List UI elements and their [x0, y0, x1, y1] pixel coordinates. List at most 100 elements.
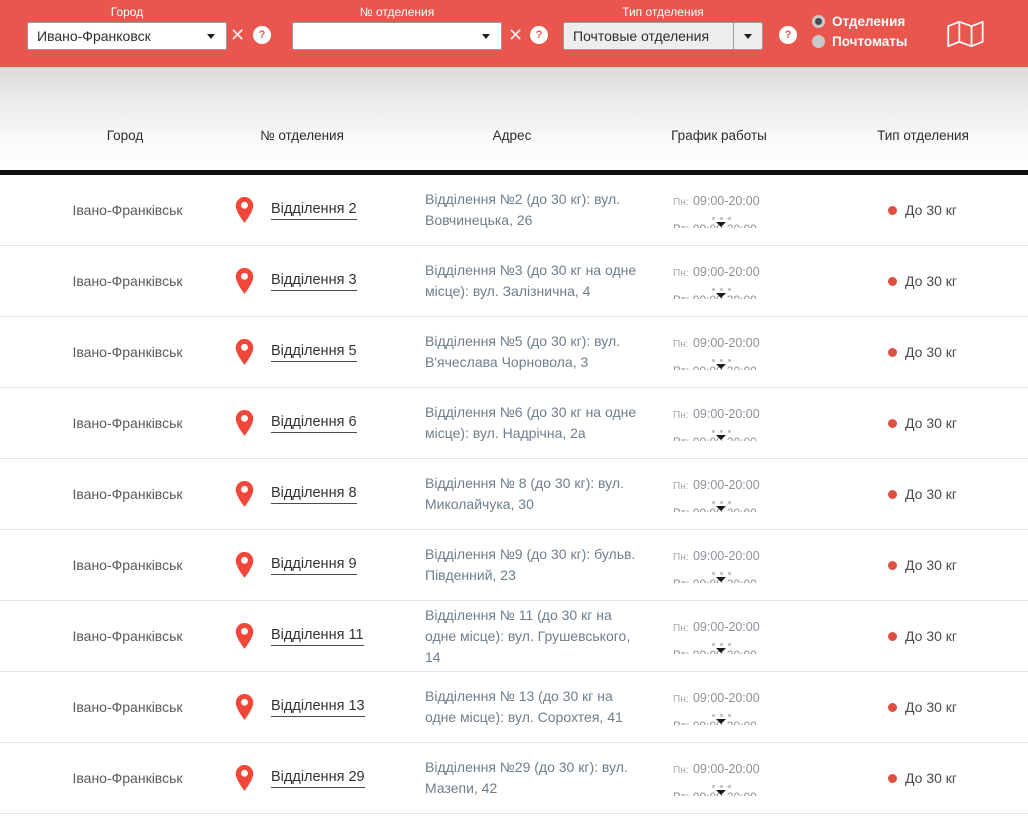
expand-schedule-control[interactable]: Вт: 09:00-20:00 [673, 785, 769, 796]
office-cell: Відділення 29 [205, 764, 390, 792]
clipped-schedule-line: Вт: 09:00-20:00 [673, 222, 769, 228]
office-type-label: До 30 кг [905, 628, 958, 644]
chevron-down-icon [716, 506, 726, 511]
result-mode-radios: Отделения Почтоматы [812, 12, 907, 51]
map-icon [947, 20, 984, 48]
table-row: Івано-Франківськ Відділення 13 Відділенн… [0, 672, 1028, 743]
schedule-line: Пн: 09:00-20:00 [673, 192, 769, 210]
office-number-select[interactable] [292, 22, 502, 50]
schedule-cell: Пн: 09:00-20:00 Вт: 09:00-20:00 [658, 760, 853, 796]
ellipsis-icon [673, 430, 769, 433]
address-cell: Відділення №5 (до 30 кг): вул. В'ячеслав… [425, 333, 621, 370]
chevron-down-icon [716, 719, 726, 724]
map-pin-icon[interactable] [235, 622, 254, 650]
address-cell: Відділення №6 (до 30 кг на одне місце): … [425, 404, 637, 441]
office-link[interactable]: Відділення 29 [271, 769, 365, 788]
column-header-office-number: № отделения [260, 128, 344, 143]
expand-schedule-control[interactable]: Вт: 09:00-20:00 [673, 288, 769, 299]
map-pin-icon[interactable] [235, 267, 254, 295]
schedule-hidden-line: Вт: 09:00-20:00 [673, 648, 757, 654]
office-link[interactable]: Відділення 2 [271, 201, 357, 220]
office-number-clear-button[interactable]: ✕ [508, 24, 523, 46]
type-status-dot-icon [888, 560, 897, 570]
type-status-dot-icon [888, 702, 897, 712]
ellipsis-icon [673, 643, 769, 646]
map-pin-icon[interactable] [235, 338, 254, 366]
schedule-day-label: Пн: [673, 552, 689, 563]
office-link[interactable]: Відділення 9 [271, 556, 357, 575]
ellipsis-icon [673, 572, 769, 575]
radio-offices[interactable]: Отделения [812, 14, 907, 29]
column-header-office-type: Тип отделения [877, 128, 969, 143]
city-filter-label: Город [110, 5, 144, 19]
schedule-line: Пн: 09:00-20:00 [673, 618, 769, 636]
expand-schedule-control[interactable]: Вт: 09:00-20:00 [673, 572, 769, 583]
office-link[interactable]: Відділення 3 [271, 272, 357, 291]
chevron-down-icon [744, 33, 752, 39]
office-type-select[interactable]: Почтовые отделения [563, 22, 763, 50]
address-cell: Відділення №9 (до 30 кг): бульв. Південн… [425, 546, 636, 583]
office-table-body: Івано-Франківськ Відділення 2 Відділення… [0, 175, 1028, 814]
map-pin-icon[interactable] [235, 480, 254, 508]
expand-schedule-control[interactable]: Вт: 09:00-20:00 [673, 714, 769, 725]
schedule-time: 09:00-20:00 [692, 265, 760, 279]
chevron-down-icon [716, 222, 726, 227]
ellipsis-icon [673, 288, 769, 291]
chevron-down-icon [482, 34, 490, 39]
office-type-cell: До 30 кг [853, 273, 1028, 289]
schedule-cell: Пн: 09:00-20:00 Вт: 09:00-20:00 [658, 689, 853, 725]
office-cell: Відділення 6 [205, 409, 390, 437]
city-cell: Івано-Франківськ [72, 699, 183, 715]
office-type-label: До 30 кг [905, 344, 958, 360]
clipped-schedule-line: Вт: 09:00-20:00 [673, 435, 769, 441]
map-pin-icon[interactable] [235, 196, 254, 224]
chevron-down-icon [716, 293, 726, 298]
office-number-help-icon[interactable]: ? [530, 26, 548, 44]
city-help-icon[interactable]: ? [253, 26, 271, 44]
table-row: Івано-Франківськ Відділення 11 Відділенн… [0, 601, 1028, 672]
expand-schedule-control[interactable]: Вт: 09:00-20:00 [673, 359, 769, 370]
office-link[interactable]: Відділення 8 [271, 485, 357, 504]
radio-postomats[interactable]: Почтоматы [812, 34, 907, 49]
map-pin-icon[interactable] [235, 409, 254, 437]
office-link[interactable]: Відділення 13 [271, 698, 365, 717]
map-pin-icon[interactable] [235, 551, 254, 579]
type-status-dot-icon [888, 418, 897, 428]
city-cell: Івано-Франківськ [72, 628, 183, 644]
office-link[interactable]: Відділення 5 [271, 343, 357, 362]
column-header-schedule: График работы [671, 128, 767, 143]
clipped-schedule-line: Вт: 09:00-20:00 [673, 648, 769, 654]
city-select-value: Ивано-Франковск [37, 28, 151, 44]
schedule-cell: Пн: 09:00-20:00 Вт: 09:00-20:00 [658, 618, 853, 654]
expand-schedule-control[interactable]: Вт: 09:00-20:00 [673, 501, 769, 512]
office-type-help-icon[interactable]: ? [779, 26, 797, 44]
clipped-schedule-line: Вт: 09:00-20:00 [673, 506, 769, 512]
office-link[interactable]: Відділення 6 [271, 414, 357, 433]
schedule-line: Пн: 09:00-20:00 [673, 547, 769, 565]
office-type-filter-label: Тип отделения [622, 5, 704, 19]
office-type-cell: До 30 кг [853, 770, 1028, 786]
schedule-time: 09:00-20:00 [692, 336, 760, 350]
office-link[interactable]: Відділення 11 [271, 627, 364, 646]
map-pin-icon[interactable] [235, 693, 254, 721]
ellipsis-icon [673, 785, 769, 788]
map-pin-icon[interactable] [235, 764, 254, 792]
schedule-day-label: Пн: [673, 765, 689, 776]
expand-schedule-control[interactable]: Вт: 09:00-20:00 [673, 217, 769, 228]
expand-schedule-control[interactable]: Вт: 09:00-20:00 [673, 643, 769, 654]
city-select[interactable]: Ивано-Франковск [27, 22, 227, 50]
office-type-select-arrow-button[interactable] [733, 23, 762, 49]
office-cell: Відділення 5 [205, 338, 390, 366]
office-type-label: До 30 кг [905, 557, 958, 573]
schedule-hidden-line: Вт: 09:00-20:00 [673, 506, 757, 512]
office-cell: Відділення 3 [205, 267, 390, 295]
city-clear-button[interactable]: ✕ [230, 24, 245, 46]
expand-schedule-control[interactable]: Вт: 09:00-20:00 [673, 430, 769, 441]
address-cell: Відділення №2 (до 30 кг): вул. Вовчинець… [425, 191, 621, 228]
city-cell: Івано-Франківськ [72, 344, 183, 360]
type-status-dot-icon [888, 205, 897, 215]
map-view-button[interactable] [946, 19, 986, 49]
office-cell: Відділення 8 [205, 480, 390, 508]
city-cell: Івано-Франківськ [72, 202, 183, 218]
table-row: Івано-Франківськ Відділення 29 Відділенн… [0, 743, 1028, 814]
